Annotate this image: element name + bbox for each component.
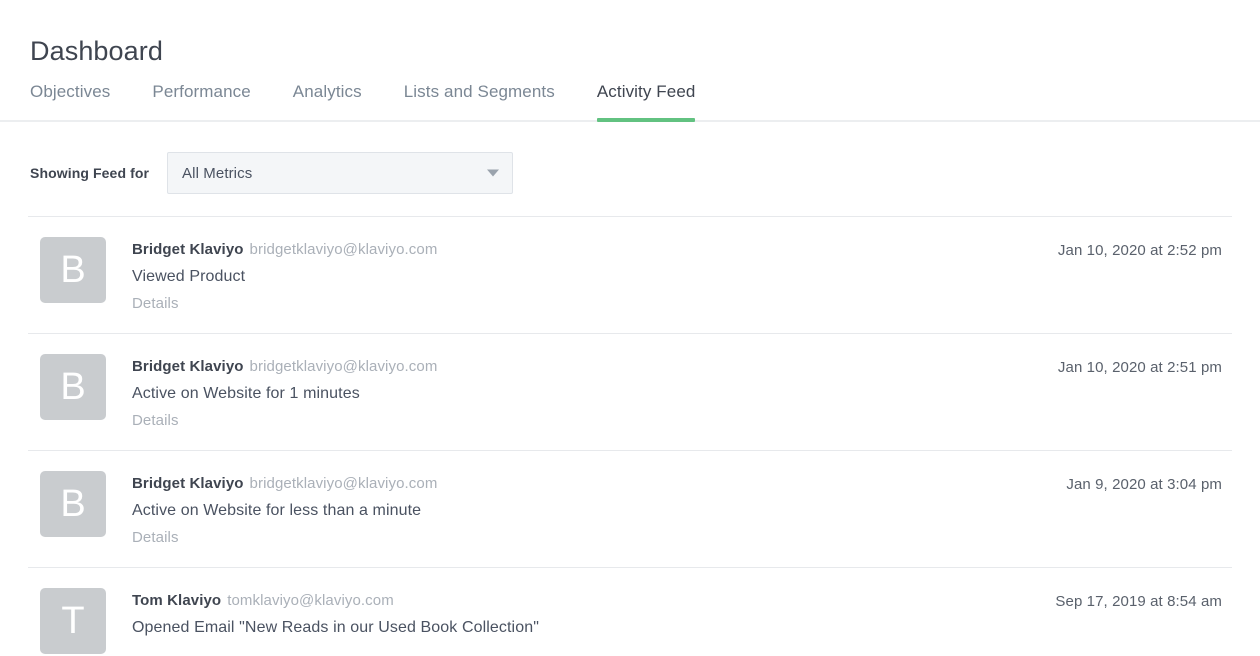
profile-name[interactable]: Bridget Klaviyo [132, 358, 244, 375]
activity-row-identity: Tom Klaviyo tomklaviyo@klaviyo.com [132, 590, 1055, 611]
dashboard-page: Dashboard Objectives Performance Analyti… [0, 0, 1260, 656]
activity-description: Viewed Product [132, 265, 1058, 289]
details-link[interactable]: Details [132, 410, 179, 432]
activity-row-body: Tom Klaviyo tomklaviyo@klaviyo.com Opened… [106, 588, 1055, 640]
chevron-down-icon [487, 170, 499, 177]
tab-performance[interactable]: Performance [152, 74, 250, 120]
profile-name[interactable]: Tom Klaviyo [132, 592, 221, 609]
activity-feed-row[interactable]: T Tom Klaviyo tomklaviyo@klaviyo.com Open… [28, 567, 1232, 656]
tab-list: Objectives Performance Analytics Lists a… [30, 74, 695, 122]
metric-filter-value: All Metrics [168, 165, 252, 182]
tab-lists-and-segments[interactable]: Lists and Segments [404, 74, 555, 120]
profile-name[interactable]: Bridget Klaviyo [132, 475, 244, 492]
activity-row-identity: Bridget Klaviyo bridgetklaviyo@klaviyo.co… [132, 239, 1058, 260]
activity-description: Active on Website for 1 minutes [132, 382, 1058, 406]
activity-feed-row[interactable]: B Bridget Klaviyo bridgetklaviyo@klaviyo.… [28, 216, 1232, 333]
profile-name[interactable]: Bridget Klaviyo [132, 241, 244, 258]
avatar: B [40, 471, 106, 537]
avatar: B [40, 354, 106, 420]
activity-description: Active on Website for less than a minute [132, 499, 1066, 523]
activity-row-body: Bridget Klaviyo bridgetklaviyo@klaviyo.co… [106, 471, 1066, 549]
avatar: B [40, 237, 106, 303]
activity-feed-row[interactable]: B Bridget Klaviyo bridgetklaviyo@klaviyo.… [28, 333, 1232, 450]
details-link[interactable]: Details [132, 293, 179, 315]
tab-bar: Objectives Performance Analytics Lists a… [0, 74, 1260, 122]
activity-timestamp: Sep 17, 2019 at 8:54 am [1055, 588, 1232, 613]
profile-email: bridgetklaviyo@klaviyo.com [250, 241, 438, 258]
tab-objectives[interactable]: Objectives [30, 74, 110, 120]
activity-row-identity: Bridget Klaviyo bridgetklaviyo@klaviyo.co… [132, 473, 1066, 494]
activity-row-body: Bridget Klaviyo bridgetklaviyo@klaviyo.co… [106, 237, 1058, 315]
feed-filter-label: Showing Feed for [30, 165, 149, 181]
profile-email: bridgetklaviyo@klaviyo.com [250, 358, 438, 375]
activity-row-body: Bridget Klaviyo bridgetklaviyo@klaviyo.co… [106, 354, 1058, 432]
avatar: T [40, 588, 106, 654]
metric-filter-select[interactable]: All Metrics [167, 152, 513, 194]
tab-activity-feed[interactable]: Activity Feed [597, 74, 696, 120]
tab-analytics[interactable]: Analytics [293, 74, 362, 120]
profile-email: tomklaviyo@klaviyo.com [227, 592, 394, 609]
page-title: Dashboard [30, 33, 163, 69]
activity-timestamp: Jan 10, 2020 at 2:52 pm [1058, 237, 1232, 262]
activity-row-identity: Bridget Klaviyo bridgetklaviyo@klaviyo.co… [132, 356, 1058, 377]
activity-feed-row[interactable]: B Bridget Klaviyo bridgetklaviyo@klaviyo.… [28, 450, 1232, 567]
details-link[interactable]: Details [132, 527, 179, 549]
feed-filter-row: Showing Feed for All Metrics [30, 152, 513, 194]
activity-timestamp: Jan 10, 2020 at 2:51 pm [1058, 354, 1232, 379]
profile-email: bridgetklaviyo@klaviyo.com [250, 475, 438, 492]
activity-feed-list: B Bridget Klaviyo bridgetklaviyo@klaviyo.… [28, 216, 1232, 656]
activity-timestamp: Jan 9, 2020 at 3:04 pm [1066, 471, 1232, 496]
activity-description: Opened Email "New Reads in our Used Book… [132, 616, 1055, 640]
